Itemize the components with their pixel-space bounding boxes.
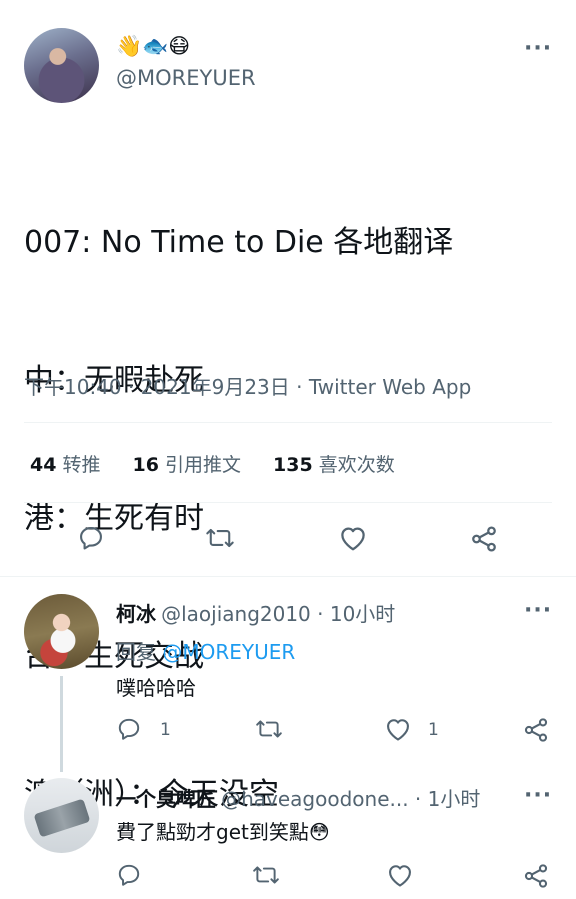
quote-count: 16 xyxy=(132,454,159,476)
reply-header: 柯冰 @laojiang2010 · 10小时 xyxy=(116,598,395,627)
reply-avatar[interactable] xyxy=(24,778,99,853)
retweet-count: 44 xyxy=(30,454,57,476)
replying-to-mention[interactable]: @MOREYUER xyxy=(162,640,295,664)
book-icon xyxy=(33,798,91,838)
tweet-text: 007: No Time to Die 各地翻译 中：无暇赴死 港：生死有时 台… xyxy=(24,128,453,864)
heart-icon[interactable] xyxy=(386,862,414,888)
reply-avatar[interactable] xyxy=(24,594,99,669)
reply-author-handle[interactable]: @haveagoodone... · 1小时 xyxy=(221,787,480,811)
quote-stat[interactable]: 16 引用推文 xyxy=(133,454,241,476)
author-avatar[interactable] xyxy=(24,28,99,103)
like-count: 1 xyxy=(428,720,439,740)
like-count: 135 xyxy=(273,454,313,476)
more-icon[interactable]: ··· xyxy=(524,598,552,623)
replying-to: 回复 @MOREYUER xyxy=(116,636,295,665)
reply-author-name[interactable]: 一个臭啤匠 xyxy=(116,787,216,811)
more-icon[interactable]: ··· xyxy=(524,36,552,61)
divider xyxy=(24,422,552,423)
heart-icon[interactable] xyxy=(338,524,368,552)
reply-count: 1 xyxy=(160,720,171,740)
like-stat[interactable]: 135 喜欢次数 xyxy=(273,454,395,476)
divider xyxy=(0,576,576,577)
share-icon[interactable] xyxy=(522,716,550,744)
reply-icon[interactable] xyxy=(116,862,142,888)
author-handle[interactable]: @MOREYUER xyxy=(116,66,256,90)
tweet-stats: 44 转推 16 引用推文 135 喜欢次数 xyxy=(30,450,421,477)
reply-text: 噗哈哈哈 xyxy=(116,676,196,700)
more-icon[interactable]: ··· xyxy=(524,783,552,808)
author-display-name[interactable]: 👋🐟😷 xyxy=(116,34,190,59)
share-icon[interactable] xyxy=(522,862,550,890)
retweet-icon[interactable] xyxy=(255,716,283,742)
divider xyxy=(24,502,552,503)
retweet-label: 转推 xyxy=(62,454,101,476)
tweet-text-line: 007: No Time to Die 各地翻译 xyxy=(24,225,454,260)
share-icon[interactable] xyxy=(469,524,499,554)
quote-label: 引用推文 xyxy=(164,454,241,476)
like-label: 喜欢次数 xyxy=(318,454,395,476)
replying-to-label: 回复 xyxy=(116,640,156,664)
reply-author-name[interactable]: 柯冰 xyxy=(116,602,156,626)
reply-icon[interactable] xyxy=(116,716,142,742)
retweet-icon[interactable] xyxy=(252,862,280,888)
reply-author-handle[interactable]: @laojiang2010 · 10小时 xyxy=(161,602,395,626)
reply-icon[interactable] xyxy=(77,524,105,552)
thread-line xyxy=(60,676,63,772)
heart-icon[interactable] xyxy=(384,716,412,742)
tweet-timestamp[interactable]: 下午10:40 · 2021年9月23日 · Twitter Web App xyxy=(24,371,471,400)
reply-header: 一个臭啤匠 @haveagoodone... · 1小时 xyxy=(116,783,480,812)
retweet-icon[interactable] xyxy=(205,524,235,552)
retweet-stat[interactable]: 44 转推 xyxy=(30,454,100,476)
reply-text: 費了點勁才get到笑點😳 xyxy=(116,820,330,844)
